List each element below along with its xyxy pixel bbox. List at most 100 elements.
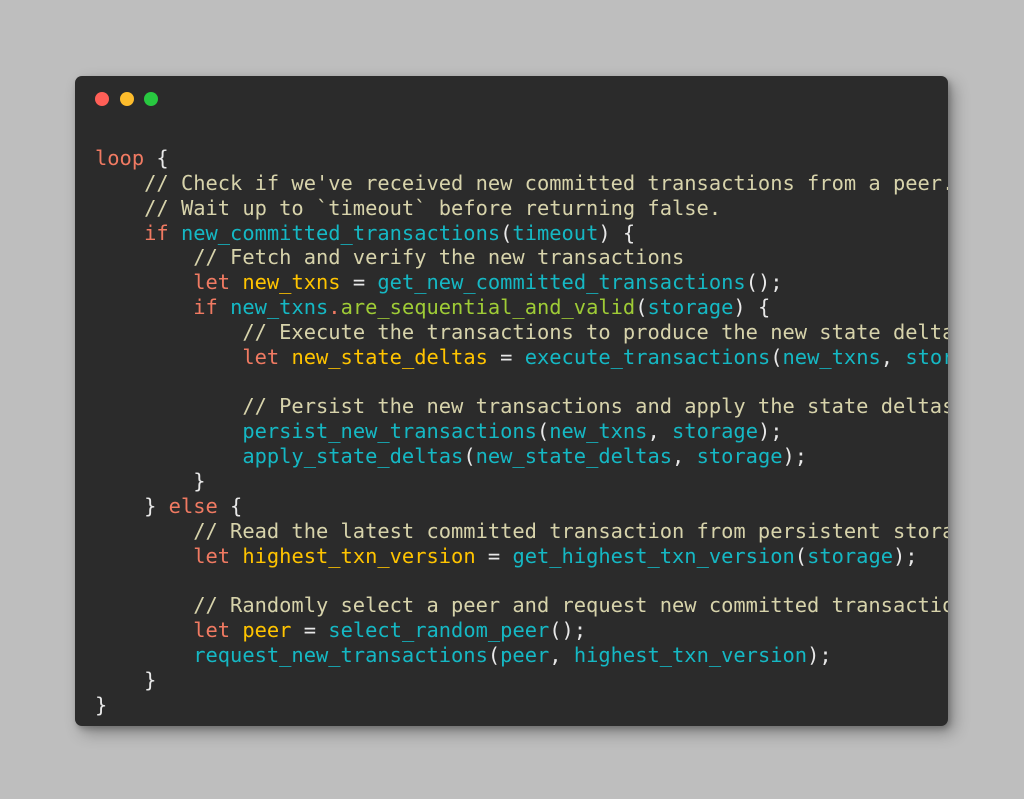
code-token-com: // Fetch and verify the new transactions	[193, 245, 685, 270]
close-button[interactable]	[95, 92, 109, 106]
code-token-pun	[95, 221, 144, 245]
code-token-fn: apply_state_deltas	[242, 444, 464, 469]
code-token-kw: if	[144, 220, 169, 245]
code-token-pun	[95, 394, 242, 418]
code-token-com: // Wait up to `timeout` before returning…	[144, 195, 722, 220]
code-token-pun	[230, 270, 242, 294]
code-token-fn: new_txns	[230, 295, 329, 320]
code-token-pun: {	[156, 146, 169, 170]
code-token-pun	[144, 146, 156, 170]
code-token-pun: =	[291, 618, 329, 643]
code-token-pun: }	[95, 493, 169, 518]
window-titlebar	[75, 76, 948, 128]
code-line: let peer = select_random_peer();	[95, 618, 948, 643]
code-token-kw: loop	[95, 146, 145, 170]
code-token-fn: timeout	[512, 220, 599, 245]
code-token-pun	[95, 618, 193, 642]
code-token-kw: let	[193, 618, 231, 643]
code-token-var: peer	[242, 618, 292, 643]
code-token-pun	[95, 196, 144, 220]
code-token-fn: storage	[807, 543, 894, 568]
code-token-pun	[95, 320, 242, 344]
code-token-pun: (	[463, 444, 476, 469]
code-token-pun	[218, 295, 230, 319]
code-token-pun: (	[536, 419, 550, 444]
code-line: persist_new_transactions(new_txns, stora…	[95, 419, 948, 444]
code-token-pun: ();	[549, 618, 587, 643]
code-token-pun: ) {	[598, 220, 636, 245]
code-token-pun	[95, 270, 193, 294]
code-token-fn: select_random_peer	[328, 618, 550, 643]
code-line: apply_state_deltas(new_state_deltas, sto…	[95, 444, 948, 469]
code-token-pun	[95, 245, 193, 269]
code-line: // Fetch and verify the new transactions	[95, 245, 948, 270]
code-token-fn: storage	[905, 344, 948, 369]
code-token-pun	[95, 345, 242, 369]
code-line: if new_txns.are_sequential_and_valid(sto…	[95, 295, 948, 320]
code-token-pun: ) {	[733, 295, 771, 320]
code-token-fn: persist_new_transactions	[242, 419, 537, 444]
code-line: // Check if we've received new committed…	[95, 171, 948, 196]
code-line: let highest_txn_version = get_highest_tx…	[95, 544, 948, 569]
code-editor-area[interactable]: loop { // Check if we've received new co…	[75, 128, 948, 726]
code-token-kw: let	[193, 543, 231, 568]
code-token-com: // Check if we've received new committed…	[144, 170, 948, 195]
code-token-pun: =	[340, 270, 378, 295]
code-token-pun	[95, 295, 193, 319]
code-token-meth: are_sequential_and_valid	[340, 295, 636, 320]
code-token-fn: storage	[696, 444, 783, 469]
code-line: // Execute the transactions to produce t…	[95, 320, 948, 345]
code-token-pun: (	[487, 642, 501, 667]
code-token-pun: (	[635, 295, 648, 320]
code-token-fn: storage	[647, 295, 734, 320]
code-line: // Randomly select a peer and request ne…	[95, 593, 948, 618]
code-line: } else {	[95, 494, 948, 519]
code-token-pun: {	[217, 493, 243, 518]
code-token-pun: (	[500, 220, 513, 245]
code-token-pun: (	[770, 344, 783, 369]
code-line: let new_txns = get_new_committed_transac…	[95, 270, 948, 295]
code-token-fn: storage	[672, 419, 758, 444]
code-token-kw: let	[242, 344, 280, 369]
code-token-pun: =	[487, 344, 525, 369]
code-token-pun: =	[475, 543, 513, 568]
code-token-pun: }	[95, 667, 157, 692]
code-token-com: // Persist the new transactions and appl…	[242, 394, 948, 419]
code-token-kw: let	[193, 270, 231, 295]
code-token-pun	[95, 519, 193, 543]
code-token-fn: new_committed_transactions	[180, 220, 501, 245]
code-token-com: // Randomly select a peer and request ne…	[193, 593, 948, 618]
code-token-pun: );	[782, 444, 808, 469]
source-code-block: loop { // Check if we've received new co…	[75, 128, 948, 717]
code-token-fn: new_txns	[549, 419, 648, 444]
code-line: let new_state_deltas = execute_transacti…	[95, 345, 948, 370]
code-token-pun: (	[794, 543, 808, 568]
code-token-pun	[95, 171, 144, 195]
code-line: // Wait up to `timeout` before returning…	[95, 196, 948, 221]
code-token-pun	[279, 345, 291, 369]
code-token-pun: ,	[549, 642, 574, 667]
code-token-kw: .	[328, 295, 341, 320]
code-token-kw: else	[168, 493, 218, 518]
code-token-fn: new_state_deltas	[475, 444, 673, 469]
code-token-pun	[95, 419, 242, 443]
code-token-fn: execute_transactions	[524, 344, 771, 369]
code-token-pun	[230, 618, 242, 642]
code-token-pun	[95, 544, 193, 568]
code-token-pun: );	[757, 419, 783, 444]
code-line: // Persist the new transactions and appl…	[95, 394, 948, 419]
code-snippet-window: loop { // Check if we've received new co…	[75, 76, 948, 726]
code-token-pun: }	[95, 692, 108, 717]
code-token-pun	[95, 593, 193, 617]
code-token-pun	[95, 444, 242, 468]
minimize-button[interactable]	[119, 92, 134, 106]
maximize-button[interactable]	[144, 92, 158, 106]
code-token-com: // Execute the transactions to produce t…	[242, 319, 948, 344]
code-line: if new_committed_transactions(timeout) {	[95, 221, 948, 246]
code-token-fn: peer	[500, 642, 550, 667]
code-token-pun: );	[893, 543, 918, 568]
code-token-kw: if	[193, 295, 218, 320]
code-token-fn: request_new_transactions	[193, 642, 488, 667]
code-token-fn: highest_txn_version	[573, 642, 808, 667]
